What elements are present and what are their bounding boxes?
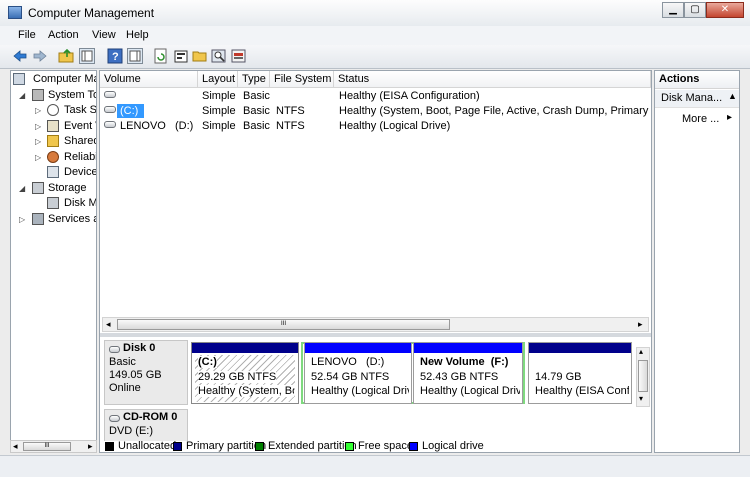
svg-text:?: ?: [112, 51, 119, 63]
collapse-arrow-icon[interactable]: ◢: [19, 181, 25, 196]
disk-0-state: Online: [109, 382, 141, 394]
cdrom-name: CD-ROM 0: [123, 411, 178, 423]
window-title: Computer Management: [28, 6, 155, 20]
maximize-button[interactable]: ▢: [684, 2, 706, 18]
scroll-right-arrow-icon[interactable]: ▸: [88, 441, 93, 452]
partition-color-bar: [192, 343, 298, 353]
show-hide-action-pane-icon[interactable]: [127, 48, 143, 64]
cdrom-0-info[interactable]: CD-ROM 0 DVD (E:): [104, 409, 188, 441]
scroll-down-arrow-icon[interactable]: ▾: [639, 394, 643, 403]
legend-swatch-free: [345, 442, 354, 451]
partition-color-bar: [414, 343, 522, 353]
properties-icon[interactable]: [173, 48, 189, 64]
action-more[interactable]: More ... ▸: [655, 111, 739, 127]
collapse-up-arrow-icon[interactable]: ▲: [728, 91, 737, 101]
volume-list-horizontal-scrollbar[interactable]: ◂ III ▸: [102, 317, 649, 332]
menu-help[interactable]: Help: [126, 29, 149, 41]
computer-management-window: Computer Management ▁ ▢ ✕ File Action Vi…: [0, 0, 750, 477]
volume-list-scroll-thumb[interactable]: III: [117, 319, 450, 330]
partition-eisa[interactable]: 14.79 GB Healthy (EISA Config: [528, 342, 632, 404]
up-folder-icon[interactable]: [58, 48, 74, 64]
column-header-file-system[interactable]: File System: [270, 71, 334, 88]
cdrom-drive: DVD (E:): [109, 425, 153, 437]
title-bar: Computer Management ▁ ▢ ✕: [0, 0, 750, 27]
disk-icon: [109, 346, 120, 353]
collapse-arrow-icon[interactable]: ◢: [19, 88, 25, 103]
computer-management-icon: [8, 6, 22, 19]
partition-d[interactable]: LENOVO (D:) 52.54 GB NTFS Healthy (Logic…: [304, 342, 412, 404]
refresh-icon[interactable]: [153, 48, 169, 64]
clock-icon: [47, 104, 59, 116]
legend-swatch-primary: [173, 442, 182, 451]
volume-disk-icon: [104, 121, 116, 128]
expand-arrow-icon[interactable]: ▷: [35, 103, 41, 118]
column-header-status[interactable]: Status: [334, 71, 651, 88]
search-icon[interactable]: [211, 48, 227, 64]
console-tree: Computer Ma ◢ System To ▷ Task S ▷ Event…: [10, 70, 97, 452]
column-header-volume[interactable]: Volume: [100, 71, 198, 88]
help-icon[interactable]: ?: [107, 48, 123, 64]
graph-vertical-scrollbar[interactable]: ▴ ▾: [636, 347, 650, 407]
graph-scroll-thumb[interactable]: [638, 360, 648, 392]
toolbar: ?: [0, 45, 750, 69]
scroll-left-arrow-icon[interactable]: ◂: [106, 319, 111, 330]
legend-swatch-extended: [255, 442, 264, 451]
expand-arrow-icon[interactable]: ▷: [19, 212, 25, 227]
computer-icon: [13, 73, 25, 85]
disk-legend: Unallocated Primary partition Extended p…: [100, 441, 651, 452]
disk-management-pane: Volume Layout Type File System Status Si…: [99, 70, 652, 453]
actions-section-disk-management[interactable]: Disk Mana... ▲: [655, 90, 739, 108]
scroll-up-arrow-icon[interactable]: ▴: [639, 347, 643, 356]
expand-arrow-icon[interactable]: ▷: [35, 134, 41, 149]
disk-0-type: Basic: [109, 356, 136, 368]
expand-arrow-icon[interactable]: ▷: [35, 119, 41, 134]
partition-color-bar: [305, 343, 411, 353]
device-manager-icon: [47, 166, 59, 178]
scroll-right-arrow-icon[interactable]: ▸: [638, 319, 643, 330]
back-arrow-icon[interactable]: [12, 48, 28, 64]
minimize-button[interactable]: ▁: [662, 2, 684, 18]
expand-arrow-icon[interactable]: ▷: [35, 150, 41, 165]
cdrom-icon: [109, 415, 120, 422]
status-bar: [0, 455, 750, 477]
show-hide-console-tree-icon[interactable]: [79, 48, 95, 64]
menu-bar: File Action View Help: [0, 26, 750, 45]
forward-arrow-icon[interactable]: [32, 48, 48, 64]
storage-icon: [32, 182, 44, 194]
partition-c[interactable]: (C:) 29.29 GB NTFS Healthy (System, Boo: [191, 342, 299, 404]
tools-icon: [32, 89, 44, 101]
tree-horizontal-scrollbar[interactable]: ◂ III ▸: [10, 440, 97, 453]
actions-header: Actions: [655, 71, 739, 89]
selected-volume-name: (C:): [117, 104, 144, 118]
shared-folder-icon: [47, 135, 59, 147]
submenu-arrow-icon: ▸: [727, 112, 733, 123]
disk-graphical-view: Disk 0 Basic 149.05 GB Online (C:) 29.29…: [100, 337, 651, 441]
event-viewer-icon: [47, 120, 59, 132]
volume-disk-icon: [104, 106, 116, 113]
actions-pane: Actions Disk Mana... ▲ More ... ▸: [654, 70, 740, 453]
scroll-left-arrow-icon[interactable]: ◂: [13, 441, 18, 452]
menu-file[interactable]: File: [18, 29, 36, 41]
volume-disk-icon: [104, 91, 116, 98]
menu-action[interactable]: Action: [48, 29, 79, 41]
disk-settings-icon[interactable]: [231, 48, 247, 64]
tree-scroll-thumb[interactable]: III: [23, 442, 71, 451]
legend-swatch-logical: [409, 442, 418, 451]
disk-0-info[interactable]: Disk 0 Basic 149.05 GB Online: [104, 340, 188, 405]
close-button[interactable]: ✕: [706, 2, 744, 18]
partition-color-bar: [529, 343, 631, 353]
reliability-icon: [47, 151, 59, 163]
disk-management-icon: [47, 197, 59, 209]
column-header-layout[interactable]: Layout: [198, 71, 238, 88]
menu-view[interactable]: View: [92, 29, 116, 41]
partition-f[interactable]: New Volume (F:) 52.43 GB NTFS Healthy (L…: [413, 342, 523, 404]
disk-0-name: Disk 0: [123, 342, 156, 354]
open-folder-icon[interactable]: [192, 48, 208, 64]
column-header-type[interactable]: Type: [238, 71, 270, 88]
disk-0-size: 149.05 GB: [109, 369, 162, 381]
legend-swatch-unallocated: [105, 442, 114, 451]
services-icon: [32, 213, 44, 225]
